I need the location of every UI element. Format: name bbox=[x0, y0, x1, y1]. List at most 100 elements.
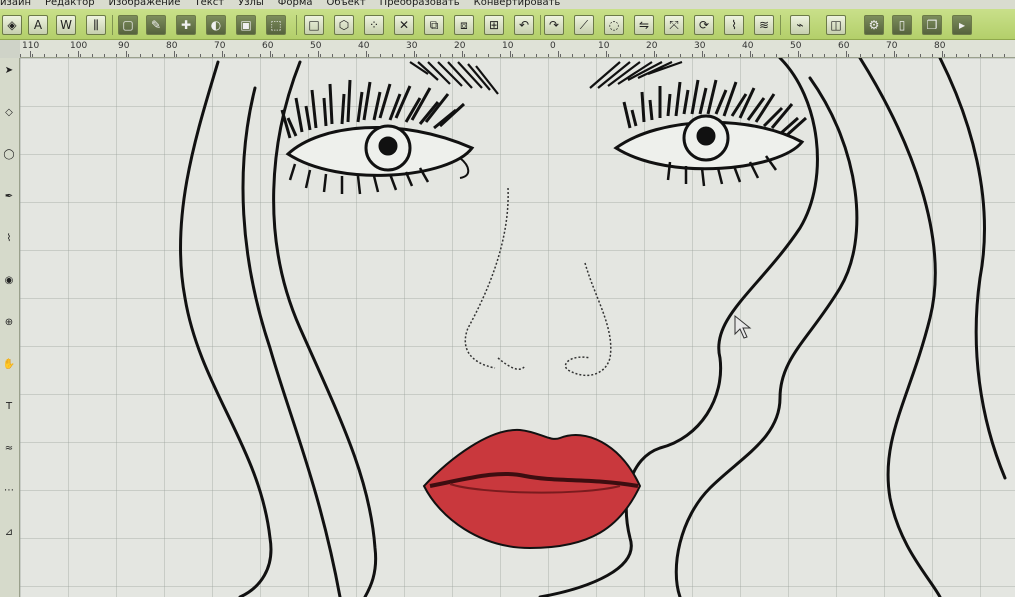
ruler-minor-tick bbox=[236, 54, 237, 57]
ruler-minor-tick bbox=[188, 54, 189, 57]
text-icon[interactable]: T bbox=[2, 400, 16, 413]
menu-item[interactable]: Текст bbox=[194, 0, 224, 8]
save-button[interactable]: ▣ bbox=[236, 15, 256, 35]
stitch-button[interactable]: ≋ bbox=[754, 15, 774, 35]
main-toolbar: ◈ A W ⫼ ▢ ✎ ✚ ◐ ▣ ⬚ □ ⬡ ⁘ ✕ ⧉ ⧈ ⊞ ↶ ↷ ⟋ ◌ ⇋ ⤧ ⟳ ⌇ ≋ ⌁ ◫ ⚙ ▯ ❐ ▸ bbox=[0, 9, 1015, 40]
ruler-tick bbox=[222, 51, 223, 57]
ruler-minor-tick bbox=[824, 54, 825, 57]
ruler-minor-tick bbox=[152, 54, 153, 57]
knife-icon: ⟋ bbox=[579, 18, 589, 32]
ruler-label: 40 bbox=[742, 41, 754, 51]
ruler-minor-tick bbox=[680, 54, 681, 57]
ungroup-button[interactable]: ⧈ bbox=[454, 15, 474, 35]
redo-button[interactable]: ↷ bbox=[544, 15, 564, 35]
menu-item[interactable]: Объект bbox=[327, 0, 366, 8]
satin-icon[interactable]: ≈ bbox=[2, 442, 16, 455]
shape-icon[interactable]: ◯ bbox=[2, 148, 16, 161]
ruler-minor-tick bbox=[524, 54, 525, 57]
lasso-button[interactable]: ◌ bbox=[604, 15, 624, 35]
ruler-label: 60 bbox=[838, 41, 850, 51]
connect-button[interactable]: ⌁ bbox=[790, 15, 810, 35]
group-button[interactable]: ⧉ bbox=[424, 15, 444, 35]
ruler-minor-tick bbox=[212, 54, 213, 57]
new-document-button[interactable]: ▢ bbox=[118, 15, 138, 35]
page-button[interactable]: ▯ bbox=[892, 15, 912, 35]
transform-button[interactable]: ⤧ bbox=[664, 15, 684, 35]
ruler-minor-tick bbox=[140, 54, 141, 57]
shape-select-icon: ⬡ bbox=[338, 18, 350, 32]
ruler-minor-tick bbox=[32, 54, 33, 57]
ruler-tick bbox=[174, 51, 175, 57]
menu-item[interactable]: Узлы bbox=[238, 0, 264, 8]
align-button[interactable]: ⫼ bbox=[86, 15, 106, 35]
ruler-label: 10 bbox=[598, 41, 610, 51]
stitch-run-icon[interactable]: ⋯ bbox=[2, 484, 16, 497]
edit-pen-button[interactable]: ✎ bbox=[146, 15, 166, 35]
rotate-button[interactable]: ⟳ bbox=[694, 15, 714, 35]
ruler-minor-tick bbox=[716, 54, 717, 57]
ruler-minor-tick bbox=[548, 54, 549, 57]
ruler-minor-tick bbox=[608, 54, 609, 57]
flip-button[interactable]: ⇋ bbox=[634, 15, 654, 35]
toolbar-separator bbox=[540, 15, 541, 35]
menu-item[interactable]: изайн bbox=[0, 0, 31, 8]
eyedropper-button[interactable]: ⌇ bbox=[724, 15, 744, 35]
ruler-tick bbox=[366, 51, 367, 57]
ruler-minor-tick bbox=[968, 54, 969, 57]
settings-button[interactable]: ⚙ bbox=[864, 15, 884, 35]
left-eye bbox=[280, 79, 475, 195]
measure-icon[interactable]: ⊿ bbox=[2, 526, 16, 539]
scatter-button[interactable]: ⁘ bbox=[364, 15, 384, 35]
brush-icon[interactable]: ⌇ bbox=[2, 232, 16, 245]
bucket-button[interactable]: ◐ bbox=[206, 15, 226, 35]
save-icon: ▣ bbox=[240, 18, 252, 32]
view-button[interactable]: ◫ bbox=[826, 15, 846, 35]
fill-icon[interactable]: ◉ bbox=[2, 274, 16, 287]
knife-button[interactable]: ⟋ bbox=[574, 15, 594, 35]
ruler-tick bbox=[126, 51, 127, 57]
ruler-minor-tick bbox=[284, 54, 285, 57]
ruler-minor-tick bbox=[404, 54, 405, 57]
hand-icon[interactable]: ✋ bbox=[2, 358, 16, 371]
ruler-minor-tick bbox=[488, 54, 489, 57]
zoom-icon[interactable]: ⊕ bbox=[2, 316, 16, 329]
ruler-minor-tick bbox=[224, 54, 225, 57]
ruler-tick bbox=[30, 51, 31, 57]
ruler-tick bbox=[78, 51, 79, 57]
bucket-icon: ◐ bbox=[210, 18, 222, 32]
menu-item[interactable]: Изображение bbox=[109, 0, 181, 8]
pointer-icon[interactable]: ➤ bbox=[2, 64, 16, 77]
ruler-minor-tick bbox=[68, 54, 69, 57]
menu-item[interactable]: Редактор bbox=[45, 0, 95, 8]
pen-icon[interactable]: ✒ bbox=[2, 190, 16, 203]
ruler-label: 110 bbox=[22, 41, 40, 51]
add-node-button[interactable]: ✚ bbox=[176, 15, 196, 35]
toolbar-separator bbox=[112, 15, 113, 35]
ruler-minor-tick bbox=[632, 54, 633, 57]
shape-select-button[interactable]: ⬡ bbox=[334, 15, 354, 35]
ruler-minor-tick bbox=[812, 54, 813, 57]
combine-button[interactable]: ⊞ bbox=[484, 15, 504, 35]
layers-button[interactable]: ◈ bbox=[2, 15, 22, 35]
ruler-minor-tick bbox=[452, 54, 453, 57]
more-button[interactable]: ▸ bbox=[952, 15, 972, 35]
menu-item[interactable]: Конвертировать bbox=[474, 0, 561, 8]
more-icon: ▸ bbox=[958, 18, 966, 32]
ruler-minor-tick bbox=[908, 54, 909, 57]
undo-button[interactable]: ↶ bbox=[514, 15, 534, 35]
ruler-tick bbox=[510, 51, 511, 57]
text-a-button[interactable]: A bbox=[28, 15, 48, 35]
design-canvas[interactable] bbox=[20, 58, 1015, 597]
ruler-minor-tick bbox=[764, 54, 765, 57]
text-w-button[interactable]: W bbox=[56, 15, 76, 35]
node-icon[interactable]: ◇ bbox=[2, 106, 16, 119]
menu-item[interactable]: Форма bbox=[278, 0, 313, 8]
delete-x-button[interactable]: ✕ bbox=[394, 15, 414, 35]
select-box-button[interactable]: ⬚ bbox=[266, 15, 286, 35]
new-document-icon: ▢ bbox=[122, 18, 134, 32]
copy-button[interactable]: ❐ bbox=[922, 15, 942, 35]
menu-item[interactable]: Преобразовать bbox=[380, 0, 460, 8]
mouse-cursor-icon bbox=[734, 314, 752, 339]
dotted-rect-button[interactable]: □ bbox=[304, 15, 324, 35]
ruler-minor-tick bbox=[296, 54, 297, 57]
